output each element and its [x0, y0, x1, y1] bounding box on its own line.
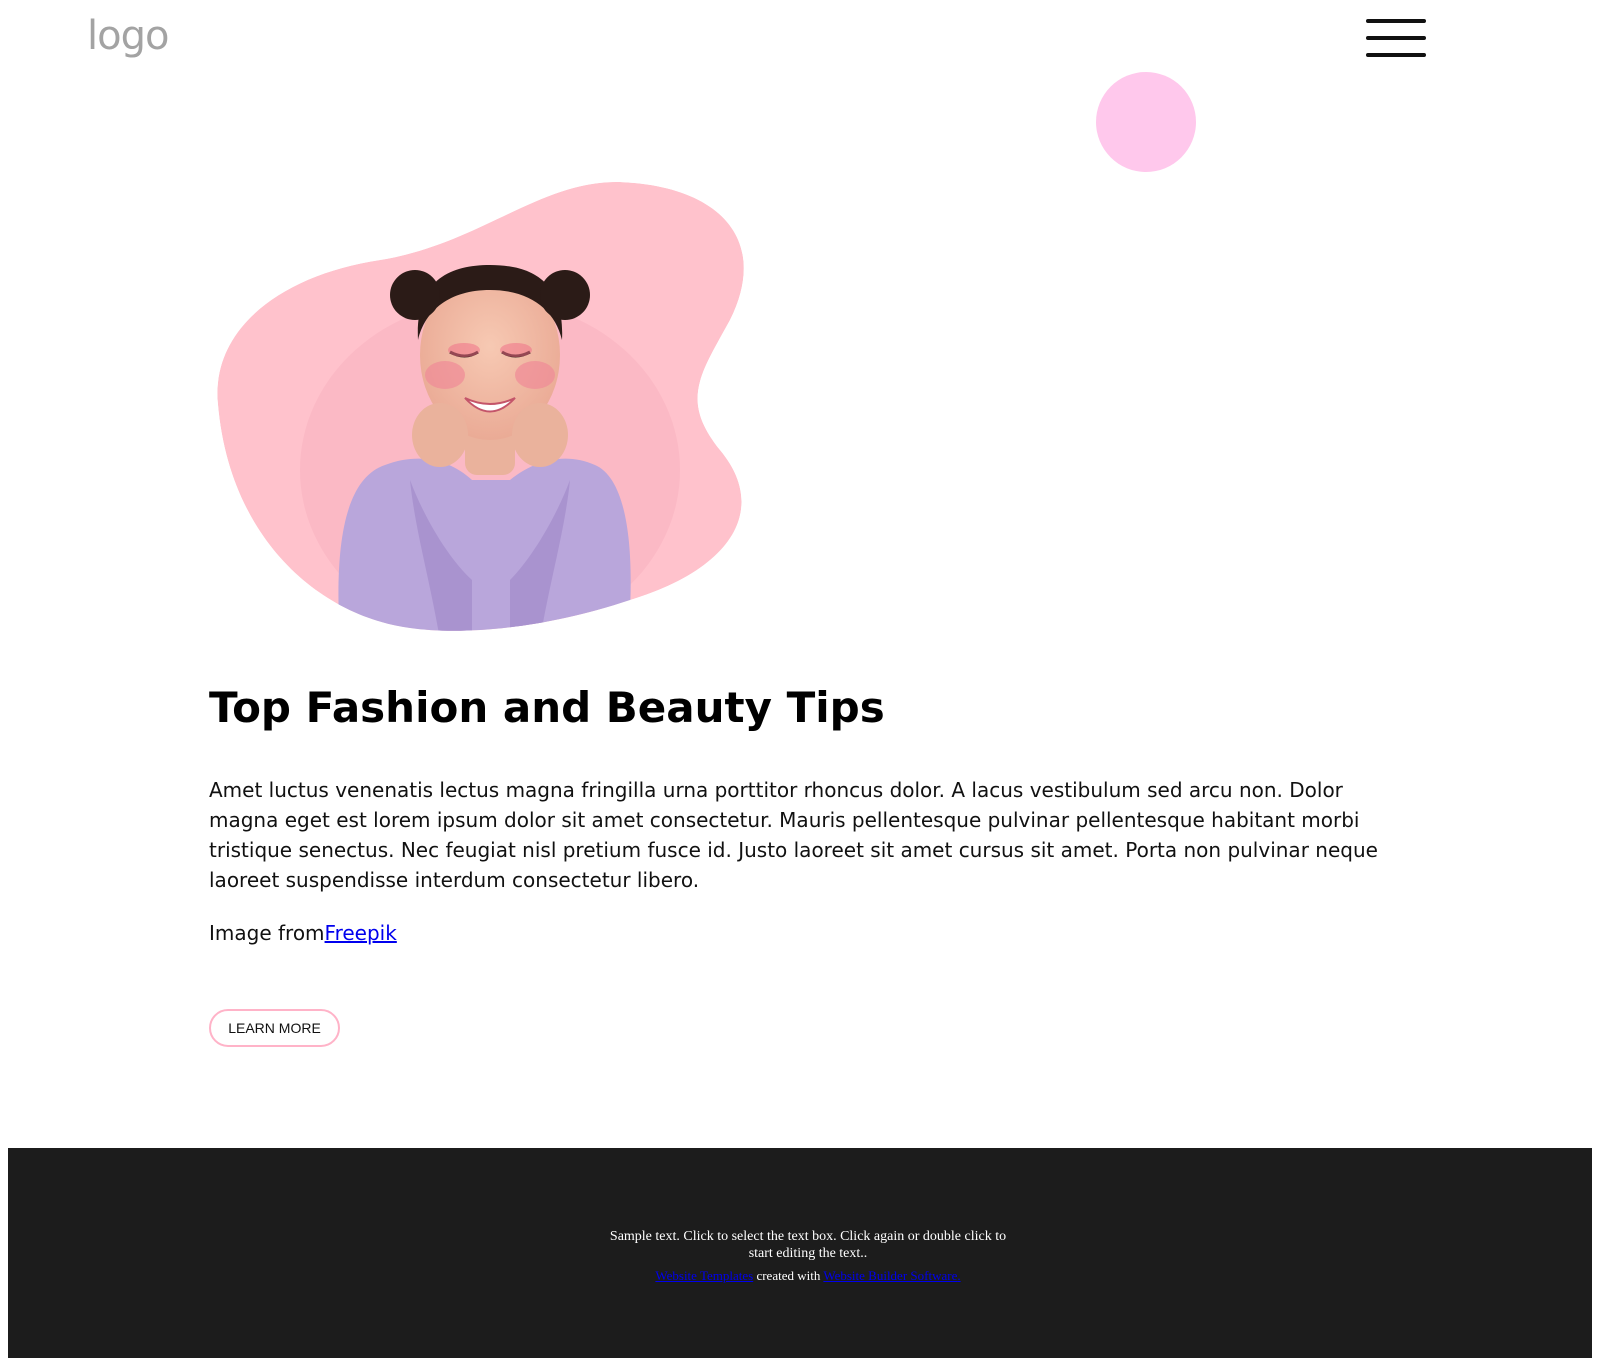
decorative-pink-circle	[1096, 72, 1196, 172]
logo[interactable]: logo	[87, 10, 169, 62]
menu-bar-middle	[1366, 36, 1426, 40]
website-templates-link[interactable]: Website Templates	[655, 1268, 753, 1283]
hoodie	[338, 458, 631, 631]
footer: Sample text. Click to select the text bo…	[8, 1148, 1592, 1358]
freepik-link[interactable]: Freepik	[325, 921, 397, 945]
image-credit: Image fromFreepik	[209, 918, 397, 948]
hero-image	[217, 181, 744, 631]
menu-bar-bottom	[1366, 53, 1426, 57]
footer-created-with: created with	[753, 1268, 824, 1283]
footer-credits: Website Templates created with Website B…	[508, 1267, 1108, 1284]
website-builder-link[interactable]: Website Builder Software.	[823, 1268, 960, 1283]
hamburger-menu-icon[interactable]	[1366, 19, 1426, 57]
page-title: Top Fashion and Beauty Tips	[209, 683, 885, 732]
website-builder-link-suffix: .	[957, 1268, 961, 1283]
credit-prefix: Image from	[209, 921, 325, 945]
website-builder-link-text: Website Builder Software	[823, 1268, 958, 1283]
menu-bar-top	[1366, 19, 1426, 23]
page: logo Top Fashion and Beauty Tips Amet lu…	[0, 0, 1600, 1363]
learn-more-button[interactable]: LEARN MORE	[209, 1009, 340, 1047]
footer-sample-text[interactable]: Sample text. Click to select the text bo…	[608, 1228, 1008, 1262]
body-paragraph: Amet luctus venenatis lectus magna fring…	[209, 778, 1378, 892]
